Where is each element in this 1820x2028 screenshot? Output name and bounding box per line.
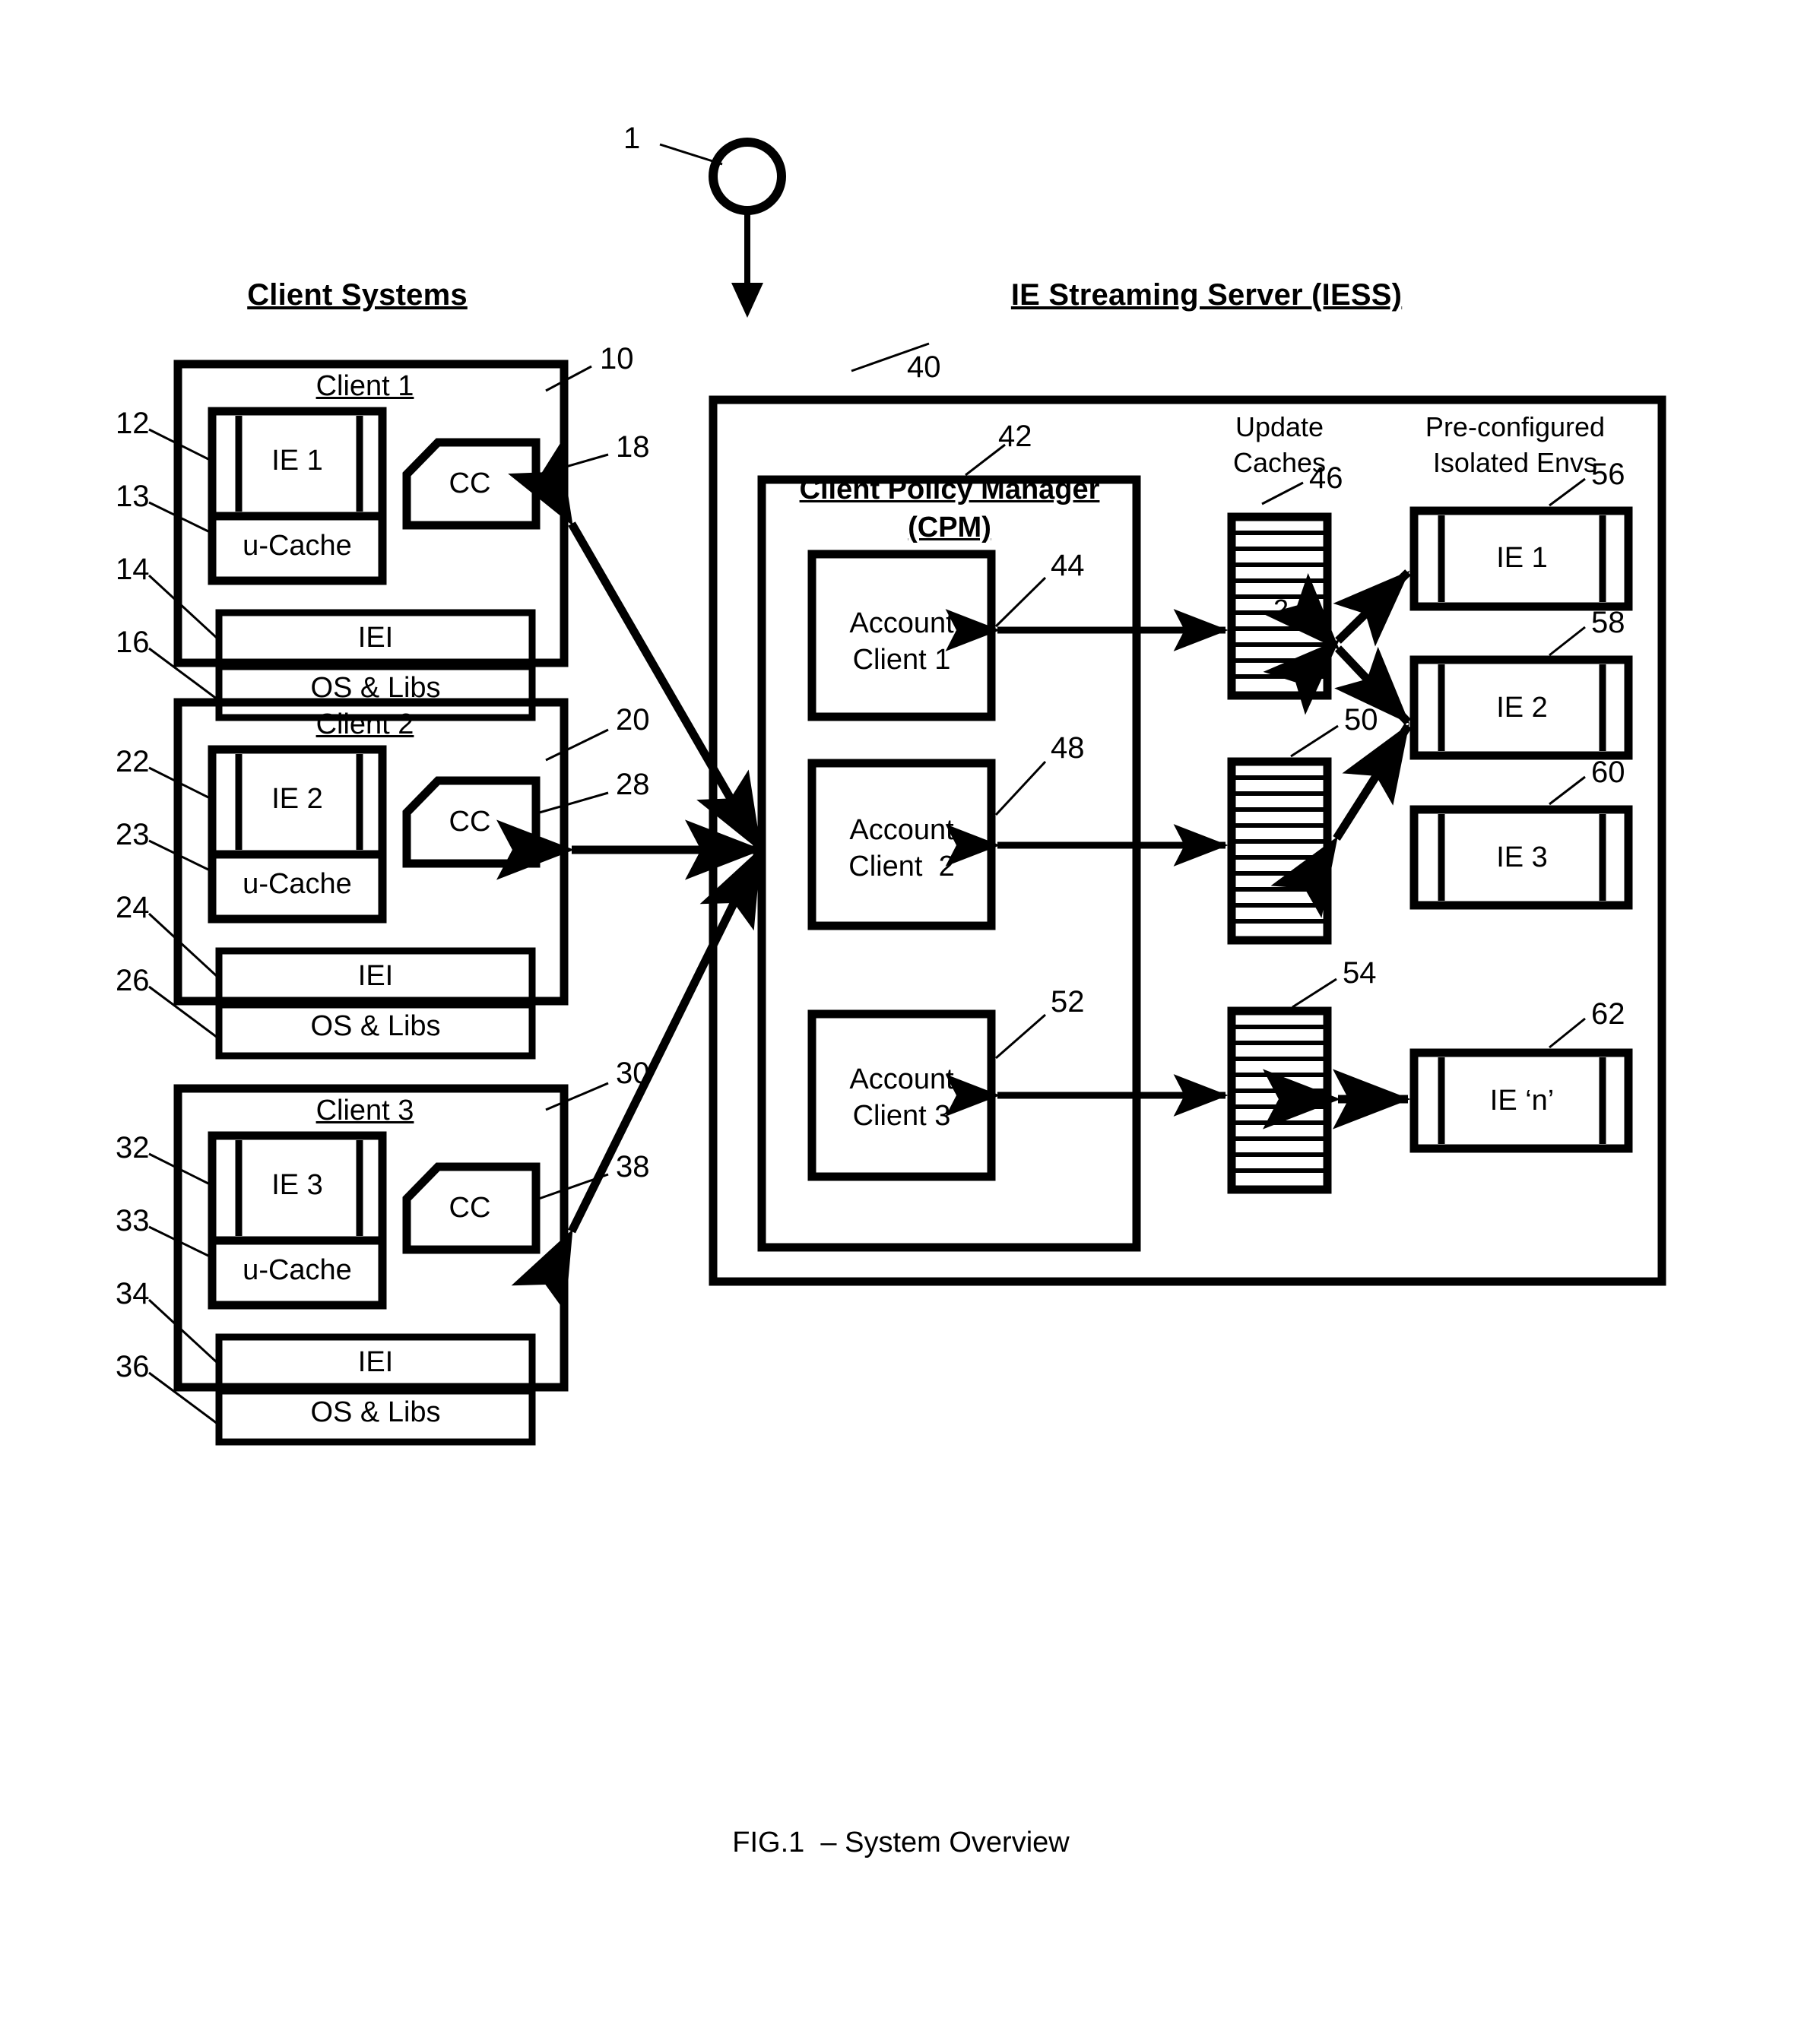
ref-numeral-1: 1	[623, 122, 641, 155]
client-3-iei-label: IEI	[357, 1346, 394, 1378]
client-1-cc-ref: 18	[616, 430, 650, 464]
server-box-ref: 40	[907, 350, 941, 384]
isolated-env-ie2-ref: 58	[1591, 606, 1625, 639]
client-1-ie-ref: 12	[116, 407, 150, 440]
account-client-1-line2: Client 1	[852, 644, 951, 676]
cache-env-links	[1263, 569, 1412, 1130]
client-2-cc-label: CC	[449, 806, 491, 838]
update-cache-54-ref: 54	[1343, 956, 1377, 990]
client-1-title: Client 1	[315, 370, 414, 402]
client-2-ie-ref: 22	[116, 745, 150, 778]
heading-iess: IE Streaming Server (IESS)	[1010, 278, 1403, 312]
update-cache-46	[1227, 481, 1332, 700]
update-cache-50-ref: 50	[1344, 703, 1378, 737]
client-2-box	[147, 698, 609, 1060]
update-cache-46-inner-label: 2	[1273, 594, 1289, 625]
update-cache-54	[1227, 978, 1337, 1194]
patent-figure-page: 1 Client Systems IE Streaming Server (IE…	[0, 0, 1820, 2028]
client-3-os-label: OS & Libs	[310, 1396, 441, 1428]
isolated-env-ie2-label: IE 2	[1496, 692, 1548, 724]
client-3-box-ref: 30	[616, 1057, 650, 1090]
client-server-links	[496, 443, 764, 1313]
account-client-2-ref: 48	[1051, 731, 1085, 765]
client-2-iei-label: IEI	[357, 960, 394, 992]
client-1-os-ref: 16	[116, 626, 150, 659]
isolated-env-ien	[1409, 1017, 1633, 1153]
client-1-iei-ref: 14	[116, 553, 150, 586]
account-client-2-line2: Client 2	[848, 851, 955, 882]
account-client-3-line1: Account	[849, 1063, 954, 1095]
account-client-2-line1: Account	[849, 814, 954, 846]
client-1-ie-label: IE 1	[271, 445, 323, 477]
client-2-title: Client 2	[315, 708, 414, 740]
isolated-env-ien-label: IE ‘n’	[1489, 1085, 1555, 1117]
client-3-cc-label: CC	[449, 1192, 491, 1224]
client-2-box-ref: 20	[616, 703, 650, 737]
system-node-1	[659, 138, 786, 318]
client-3-os-ref: 36	[116, 1350, 150, 1383]
client-3-title: Client 3	[315, 1095, 414, 1126]
isolated-env-ie1-ref: 56	[1591, 458, 1625, 491]
client-3-iei-ref: 34	[116, 1277, 150, 1310]
client-3-ie-label: IE 3	[271, 1169, 323, 1201]
update-cache-50	[1227, 724, 1339, 945]
client-1-box-ref: 10	[600, 342, 634, 375]
cpm-title-line2: (CPM)	[908, 512, 991, 543]
client-2-ucache-ref: 23	[116, 818, 150, 851]
client-2-ucache-label: u-Cache	[243, 868, 352, 900]
account-client-1-line1: Account	[849, 607, 954, 639]
client-3-box	[147, 1082, 609, 1446]
client-2-cc-ref: 28	[616, 768, 650, 801]
isolated-env-ie3-label: IE 3	[1496, 841, 1548, 873]
figure-caption: FIG.1 – System Overview	[732, 1827, 1070, 1858]
account-client-3-ref: 52	[1051, 985, 1085, 1019]
client-1-iei-label: IEI	[357, 622, 394, 654]
client-1-box	[147, 360, 609, 721]
client-2-iei-ref: 24	[116, 891, 150, 924]
client-1-cc-label: CC	[449, 467, 491, 499]
cpm-ref: 42	[998, 420, 1032, 453]
isolated-env-ie1-label: IE 1	[1496, 542, 1548, 574]
cpm-title-line1: Client Policy Manager	[799, 474, 1100, 505]
client-3-ie-ref: 32	[116, 1131, 150, 1165]
heading-preconfigured-envs: Pre-configured Isolated Envs	[1425, 411, 1606, 478]
client-1-os-label: OS & Libs	[310, 672, 441, 704]
account-client-3-line2: Client 3	[852, 1100, 951, 1132]
account-client-1-ref: 44	[1051, 549, 1085, 582]
client-2-os-ref: 26	[116, 964, 150, 997]
heading-client-systems: Client Systems	[247, 278, 468, 312]
update-cache-46-ref: 46	[1309, 461, 1343, 495]
client-3-ucache-label: u-Cache	[243, 1254, 352, 1286]
client-3-ucache-ref: 33	[116, 1204, 150, 1237]
client-3-cc-ref: 38	[616, 1150, 650, 1184]
isolated-env-ie3-ref: 60	[1591, 756, 1625, 789]
client-2-ie-label: IE 2	[271, 783, 323, 815]
client-2-os-label: OS & Libs	[310, 1010, 441, 1042]
isolated-env-ien-ref: 62	[1591, 997, 1625, 1031]
client-1-ucache-ref: 13	[116, 480, 150, 513]
client-1-ucache-label: u-Cache	[243, 530, 352, 562]
